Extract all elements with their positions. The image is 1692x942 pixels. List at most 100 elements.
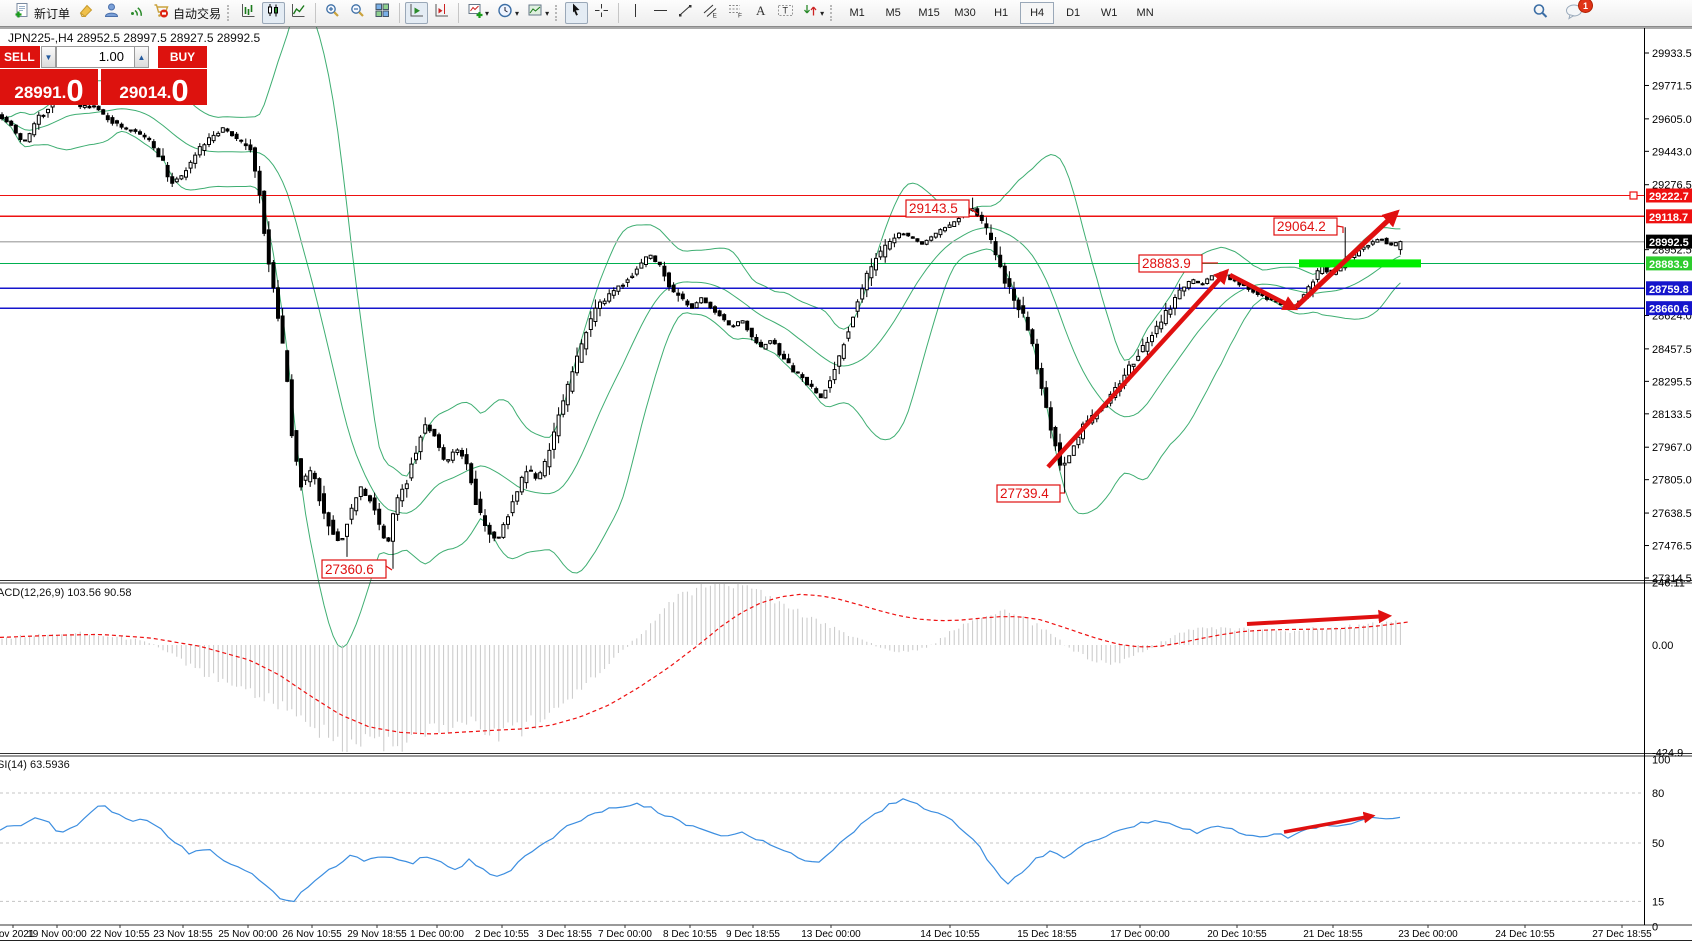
timeframe-mn[interactable]: MN <box>1128 2 1162 24</box>
crosshair-tool-button[interactable] <box>590 2 613 24</box>
indicators-dropdown-caret[interactable]: ▾ <box>485 9 489 18</box>
timeframe-h1[interactable]: H1 <box>984 2 1018 24</box>
tile-windows-button[interactable] <box>371 2 394 24</box>
price-axis-tick-label: 27476.5 <box>1652 541 1692 553</box>
zoom-in-icon <box>324 2 341 24</box>
auto-scroll-button[interactable] <box>405 2 428 24</box>
price-badge-label: 29222.7 <box>1649 191 1689 203</box>
templates-button[interactable]: ▾ <box>524 2 552 24</box>
toolbar-grip[interactable] <box>555 5 560 21</box>
vertical-line-tool-button[interactable] <box>624 2 647 24</box>
time-axis-label: 21 Dec 18:55 <box>1303 929 1363 940</box>
new-order-icon <box>14 2 31 24</box>
annotation-label: 27360.6 <box>325 562 374 577</box>
toolbar-separator <box>618 3 619 23</box>
arrows-tool-button[interactable]: ▾ <box>799 2 827 24</box>
timeframe-m30[interactable]: M30 <box>948 2 982 24</box>
candlestick-chart-button[interactable] <box>262 2 285 24</box>
timeframe-m1[interactable]: M1 <box>840 2 874 24</box>
horizontal-line-icon <box>652 2 669 24</box>
buy-price-display[interactable]: 29014.0 <box>101 69 207 105</box>
price-axis-tick-label: 29771.5 <box>1652 80 1692 92</box>
chart-shift-button[interactable] <box>430 2 453 24</box>
price-axis-tick-label: 28295.5 <box>1652 376 1692 388</box>
arrow-shapes-icon <box>802 2 819 24</box>
time-axis-label: 15 Dec 18:55 <box>1017 929 1077 940</box>
sell-button[interactable]: SELL <box>0 46 40 68</box>
channel-tool-button[interactable]: E <box>699 2 722 24</box>
signals-button[interactable] <box>125 2 148 24</box>
time-axis-label: 19 Nov 00:00 <box>27 929 87 940</box>
time-axis-label: 23 Nov 18:55 <box>153 929 213 940</box>
fibonacci-tool-button[interactable]: F <box>724 2 747 24</box>
periods-dropdown-caret[interactable]: ▾ <box>515 9 519 18</box>
cursor-icon <box>568 2 585 24</box>
svg-text:E: E <box>713 13 718 20</box>
notifications-button[interactable]: 1 <box>1561 2 1587 24</box>
price-axis-tick-label: 27638.5 <box>1652 508 1692 520</box>
buy-button[interactable]: BUY <box>158 46 207 68</box>
timeframe-m15[interactable]: M15 <box>912 2 946 24</box>
toolbar-grip[interactable] <box>227 5 232 21</box>
bar-chart-button[interactable] <box>237 2 260 24</box>
horizontal-line-tool-button[interactable] <box>649 2 672 24</box>
price-badge-label: 28759.8 <box>1649 284 1689 296</box>
price-badge-label: 28883.9 <box>1649 259 1689 271</box>
price-axis-tick-label: 29443.0 <box>1652 146 1692 158</box>
templates-dropdown-caret[interactable]: ▾ <box>545 9 549 18</box>
styler-button[interactable] <box>75 2 98 24</box>
price-annotation[interactable]: 28883.9 <box>1139 255 1218 272</box>
volume-input[interactable]: 1.00 <box>56 46 135 68</box>
timeframe-w1[interactable]: W1 <box>1092 2 1126 24</box>
price-annotation[interactable]: 29064.2 <box>1274 218 1343 235</box>
rsi-axis-label: 80 <box>1652 788 1664 800</box>
trend-arrow[interactable] <box>1247 616 1388 624</box>
sell-price-display[interactable]: 28991.0 <box>0 69 98 105</box>
profile-button[interactable] <box>100 2 123 24</box>
auto-trading-button[interactable]: 自动交易 <box>150 2 224 24</box>
notification-badge: 1 <box>1578 0 1593 13</box>
trendline-tool-button[interactable] <box>674 2 697 24</box>
indicators-icon <box>467 2 484 24</box>
price-chart[interactable]: 29933.529771.529605.029443.029276.528952… <box>0 27 1692 942</box>
timeframe-d1[interactable]: D1 <box>1056 2 1090 24</box>
timeframe-h4[interactable]: H4 <box>1020 2 1054 24</box>
candlestick-icon <box>265 2 282 24</box>
one-click-trading-panel: SELL ▼ 1.00 ▲ BUY 28991.0 29014.0 <box>0 46 207 105</box>
tile-windows-icon <box>374 2 391 24</box>
price-annotation[interactable]: 29143.5 <box>906 200 978 217</box>
new-order-button[interactable]: 新订单 <box>11 2 73 24</box>
price-annotation[interactable]: 27360.6 <box>322 560 392 578</box>
svg-text:T: T <box>783 6 789 16</box>
timeframe-m5[interactable]: M5 <box>876 2 910 24</box>
timeframe-bar: M1M5M15M30H1H4D1W1MN <box>839 2 1163 24</box>
line-chart-button[interactable] <box>287 2 310 24</box>
zoom-out-button[interactable] <box>346 2 369 24</box>
time-axis-label: 29 Nov 18:55 <box>347 929 407 940</box>
zoom-in-button[interactable] <box>321 2 344 24</box>
trend-arrow[interactable] <box>1048 272 1226 467</box>
time-axis-label: 22 Nov 10:55 <box>90 929 150 940</box>
volume-increase-button[interactable]: ▲ <box>134 46 149 68</box>
volume-decrease-button[interactable]: ▼ <box>41 46 56 68</box>
trend-arrow[interactable] <box>1284 816 1372 832</box>
toolbar-grip[interactable] <box>830 5 835 21</box>
time-axis-label: 17 Dec 00:00 <box>1110 929 1170 940</box>
text-tool-button[interactable]: A <box>749 2 772 24</box>
indicators-button[interactable]: ▾ <box>464 2 492 24</box>
macd-histogram <box>2 584 1400 752</box>
cursor-tool-button[interactable] <box>565 2 588 24</box>
text-label-tool-button[interactable]: T <box>774 2 797 24</box>
time-axis-label: 2 Dec 10:55 <box>475 929 529 940</box>
search-icon <box>1531 2 1549 25</box>
time-axis-label: 25 Nov 00:00 <box>218 929 278 940</box>
arrows-dropdown-caret[interactable]: ▾ <box>820 9 824 18</box>
price-badge-label: 28660.6 <box>1649 304 1689 316</box>
price-badge-label: 28992.5 <box>1649 237 1689 249</box>
toolbar-separator <box>399 3 400 23</box>
price-annotation[interactable]: 27739.4 <box>997 485 1065 502</box>
periods-button[interactable]: ▾ <box>494 2 522 24</box>
text-label-icon: T <box>777 2 794 24</box>
support-zone-bar[interactable] <box>1299 259 1421 267</box>
search-button[interactable] <box>1528 2 1552 24</box>
